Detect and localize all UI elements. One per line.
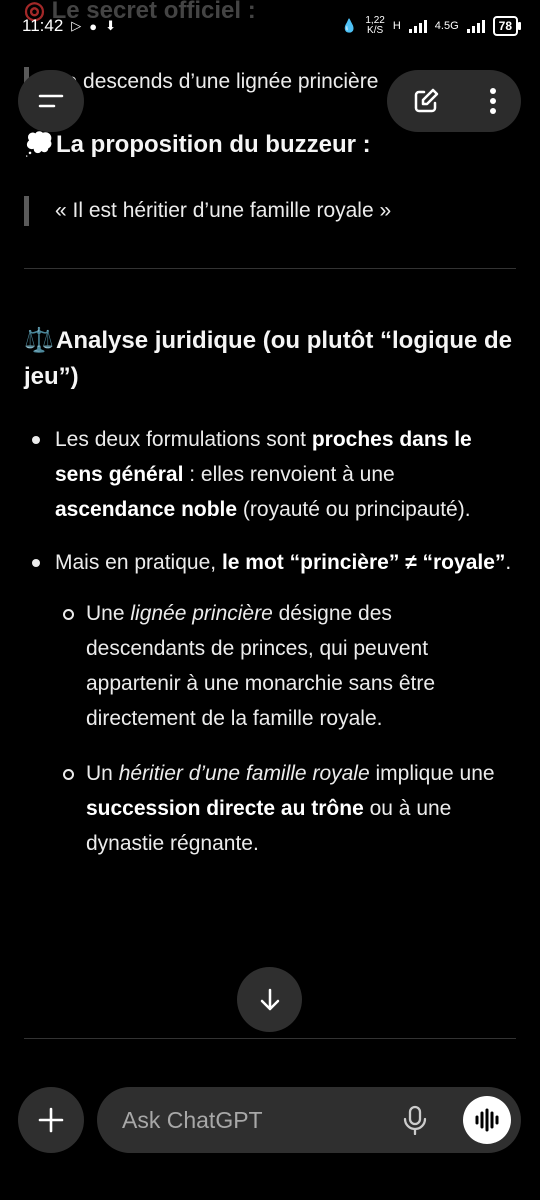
- text: (royauté ou principauté).: [237, 498, 471, 521]
- bullet-item: Mais en pratique, le mot “princière” ≠ “…: [24, 545, 516, 861]
- voice-mode-button[interactable]: [463, 1096, 511, 1144]
- text: : elles renvoient à une: [183, 463, 395, 486]
- chat-message: Je descends d’une lignée princière 💭La p…: [24, 60, 516, 881]
- scroll-down-button[interactable]: [237, 967, 302, 1032]
- bold-text: le mot “princière” ≠ “royale”: [221, 551, 506, 574]
- plus-icon: [38, 1107, 64, 1133]
- heading-analysis-text: Analyse juridique (ou plutôt “logique de…: [24, 327, 512, 390]
- heading-analysis: ⚖️Analyse juridique (ou plutôt “logique …: [24, 323, 516, 395]
- quote-block-proposal: « Il est héritier d’une famille royale »: [24, 196, 516, 226]
- thought-bubble-icon: 💭: [24, 131, 54, 158]
- divider-bottom: [24, 1038, 516, 1039]
- sub-item: Une lignée princière désigne des descend…: [55, 596, 516, 736]
- network-type-45g: 4.5G: [434, 20, 459, 32]
- heading-proposal: 💭La proposition du buzzeur :: [24, 127, 516, 163]
- bold-text: ascendance noble: [55, 498, 238, 521]
- battery-indicator: 78: [492, 16, 522, 36]
- add-attachment-button[interactable]: [18, 1087, 84, 1153]
- network-rate-unit: K/S: [367, 25, 384, 36]
- sub-item: Un héritier d’une famille royale impliqu…: [55, 756, 516, 861]
- menu-button[interactable]: [18, 70, 84, 132]
- data-saver-icon: 💧: [341, 18, 358, 33]
- top-actions: [387, 70, 521, 132]
- bullet-item: Les deux formulations sont proches dans …: [24, 422, 516, 527]
- text: Un: [86, 762, 119, 785]
- message-input[interactable]: [120, 1105, 384, 1135]
- menu-icon: [38, 94, 64, 108]
- mic-icon[interactable]: [402, 1105, 428, 1135]
- chat-bubble-icon: ●: [89, 18, 98, 34]
- heading-proposal-text: La proposition du buzzeur :: [56, 131, 371, 158]
- signal-icon-2: [466, 19, 485, 33]
- more-vertical-icon[interactable]: [488, 86, 498, 116]
- network-rate: 1,22 K/S: [365, 16, 384, 36]
- play-store-icon: ▷: [71, 18, 82, 33]
- download-icon: ⬇: [105, 18, 117, 33]
- quote-secret-text: Je descends d’une lignée princière: [55, 70, 379, 93]
- text: .: [505, 551, 512, 574]
- voice-waveform-icon: [475, 1108, 499, 1132]
- network-type-h: H: [392, 20, 401, 32]
- status-bar: 11:42 ▷ ● ⬇ 💧 1,22 K/S H 4.5G 78: [0, 0, 540, 52]
- status-left: 11:42 ▷ ● ⬇: [22, 16, 116, 36]
- quote-proposal-text: « Il est héritier d’une famille royale »: [55, 199, 392, 222]
- status-time: 11:42: [22, 16, 64, 35]
- composer: [97, 1087, 521, 1153]
- text: Mais en pratique,: [55, 551, 222, 574]
- divider: [24, 268, 516, 269]
- sub-list: Une lignée princière désigne des descend…: [55, 596, 516, 861]
- text: implique une: [369, 762, 495, 785]
- bullet-list: Les deux formulations sont proches dans …: [24, 422, 516, 861]
- italic-text: lignée princière: [130, 602, 273, 625]
- status-right: 💧 1,22 K/S H 4.5G 78: [341, 16, 522, 36]
- scales-icon: ⚖️: [24, 327, 54, 354]
- arrow-down-icon: [260, 988, 279, 1010]
- italic-text: héritier d’une famille royale: [118, 762, 370, 785]
- text: Les deux formulations sont: [55, 428, 312, 451]
- text: Une: [86, 602, 131, 625]
- bold-text: succession directe au trône: [86, 797, 364, 820]
- edit-icon[interactable]: [411, 86, 441, 116]
- signal-icon: [408, 19, 427, 33]
